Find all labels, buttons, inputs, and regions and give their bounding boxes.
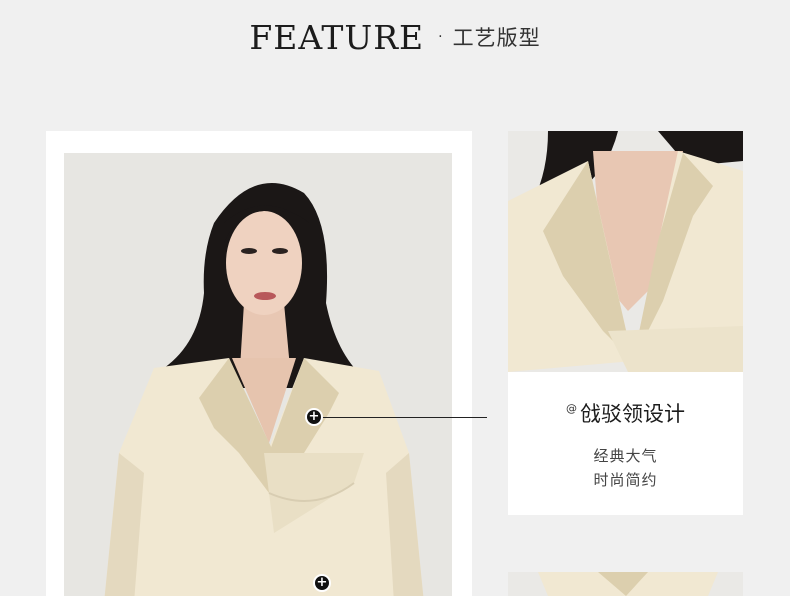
detail-desc-line: 经典大气 — [593, 447, 658, 465]
collar-detail-photo — [508, 131, 743, 372]
collar-hotspot-button[interactable]: + — [305, 408, 323, 426]
at-symbol: @ — [566, 402, 577, 415]
detail-title: @ 戗驳领设计 — [508, 398, 743, 428]
next-detail-photo — [508, 572, 743, 596]
section-title-en: FEATURE — [249, 17, 425, 57]
plus-icon: + — [308, 409, 320, 424]
plus-icon: + — [316, 575, 328, 590]
detail-desc-line: 时尚简约 — [593, 471, 658, 489]
hotspot-connector-line — [322, 417, 487, 418]
section-header: FEATURE · 工艺版型 — [0, 14, 790, 60]
detail-title-text: 戗驳领设计 — [580, 402, 685, 426]
collar-detail-card: @ 戗驳领设计 经典大气 时尚简约 — [508, 372, 743, 515]
model-photo — [64, 153, 452, 596]
section-title-cn: 工艺版型 — [452, 26, 541, 50]
detail-description: 经典大气 时尚简约 — [508, 444, 743, 492]
title-separator: · — [438, 29, 443, 45]
waist-hotspot-button[interactable]: + — [313, 574, 331, 592]
